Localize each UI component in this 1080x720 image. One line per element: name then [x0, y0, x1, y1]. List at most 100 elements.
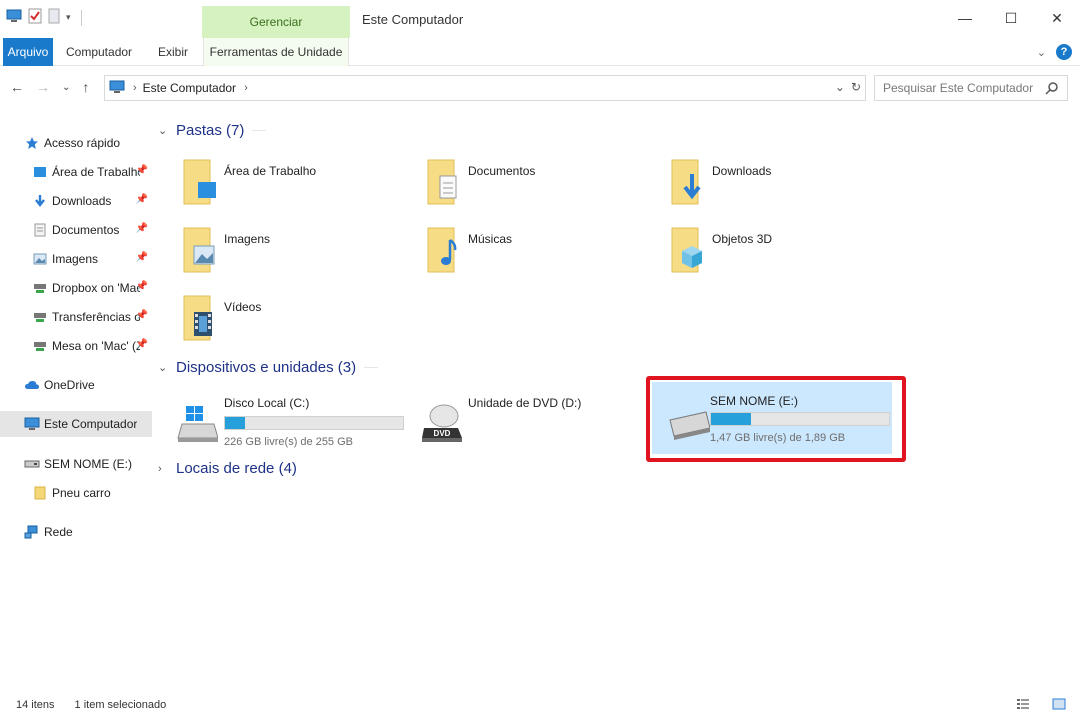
refresh-icon[interactable]: ↻	[851, 80, 861, 94]
sidebar-item-mesa[interactable]: Mesa on 'Mac' (Z:) 📌	[0, 333, 152, 359]
maximize-button[interactable]: ☐	[988, 0, 1034, 36]
group-header-dispositivos[interactable]: ⌄ Dispositivos e unidades (3)	[158, 359, 379, 376]
folder-downloads[interactable]: Downloads	[648, 152, 888, 212]
star-icon	[24, 135, 40, 151]
svg-text:DVD: DVD	[434, 429, 451, 438]
selection-count: 1 item selecionado	[74, 699, 167, 711]
navigation-pane: Acesso rápido Área de Trabalho 📌 Downloa…	[0, 124, 152, 680]
objects3d-folder-icon	[671, 227, 702, 273]
sidebar-item-rede[interactable]: Rede	[0, 519, 152, 545]
downloads-folder-icon	[671, 159, 701, 205]
nav-buttons: ← → ⌄ ↑	[10, 79, 89, 95]
window-title: Este Computador	[362, 12, 464, 27]
address-bar[interactable]: › Este Computador › ⌄ ↻	[104, 75, 866, 101]
tab-exibir[interactable]: Exibir	[158, 38, 188, 66]
tab-ferramentas-de-unidade[interactable]: Ferramentas de Unidade	[203, 38, 349, 66]
view-switcher	[1000, 698, 1066, 713]
folder-icon	[32, 485, 48, 501]
search-input[interactable]	[883, 81, 1043, 95]
properties-icon[interactable]	[28, 8, 42, 27]
usb-drive-icon	[24, 456, 40, 472]
pin-icon[interactable]: 📌	[136, 281, 148, 292]
recent-locations-button[interactable]: ⌄	[62, 82, 70, 93]
pin-icon[interactable]: 📌	[136, 223, 148, 234]
computer-icon[interactable]	[6, 9, 22, 26]
sidebar-item-onedrive[interactable]: OneDrive	[0, 372, 152, 398]
collapse-chevron-icon[interactable]: ⌄	[158, 124, 172, 137]
back-button[interactable]: ←	[10, 79, 24, 95]
customize-toolbar-icon[interactable]: ▾	[66, 12, 71, 23]
close-button[interactable]: ✕	[1034, 0, 1080, 36]
download-icon	[32, 193, 48, 209]
cloud-icon	[24, 377, 40, 393]
folder-objetos-3d[interactable]: Objetos 3D	[648, 220, 888, 280]
pin-icon[interactable]: 📌	[136, 252, 148, 263]
tab-arquivo[interactable]: Arquivo	[3, 38, 53, 66]
group-header-pastas[interactable]: ⌄ Pastas (7)	[158, 122, 267, 139]
sidebar-item-imagens[interactable]: Imagens 📌	[0, 246, 152, 272]
drive-usage-fill	[225, 417, 246, 429]
item-count: 14 itens	[16, 699, 55, 711]
breadcrumb-separator-icon[interactable]: ›	[244, 82, 248, 94]
sidebar-item-pneu-carro[interactable]: Pneu carro	[0, 480, 152, 506]
new-folder-icon[interactable]	[48, 8, 60, 27]
pin-icon[interactable]: 📌	[136, 165, 148, 176]
network-drive-icon	[32, 338, 48, 354]
pin-icon[interactable]: 📌	[136, 339, 148, 350]
sidebar-item-documentos[interactable]: Documentos 📌	[0, 217, 152, 243]
ribbon-right-controls: ⌄ ?	[1037, 44, 1072, 60]
minimize-button[interactable]: —	[942, 0, 988, 36]
content-pane: ⌄ Pastas (7) Área de Trabalho Documentos…	[158, 112, 1080, 692]
tab-computador[interactable]: Computador	[66, 38, 132, 66]
address-dropdown-icon[interactable]: ⌄	[835, 80, 845, 94]
search-box[interactable]	[874, 75, 1068, 101]
folder-area-de-trabalho[interactable]: Área de Trabalho	[160, 152, 400, 212]
drive-dvd-d[interactable]: DVD Unidade de DVD (D:)	[404, 386, 648, 452]
windows-drive-icon	[177, 406, 218, 442]
pictures-folder-icon	[183, 227, 215, 273]
sidebar-item-downloads[interactable]: Downloads 📌	[0, 188, 152, 214]
collapse-chevron-icon[interactable]: ⌄	[158, 361, 172, 374]
pin-icon[interactable]: 📌	[136, 194, 148, 205]
up-button[interactable]: ↑	[82, 79, 89, 95]
sidebar-item-acesso-rapido[interactable]: Acesso rápido	[0, 130, 152, 156]
drive-usage-bar	[224, 416, 404, 430]
window-controls: — ☐ ✕	[942, 0, 1080, 36]
document-icon	[32, 222, 48, 238]
group-divider	[364, 367, 379, 368]
title-bar: ▾ Gerenciar Este Computador — ☐ ✕	[0, 0, 1080, 38]
image-icon	[32, 251, 48, 267]
sidebar-item-dropbox[interactable]: Dropbox on 'Mac' 📌	[0, 275, 152, 301]
help-icon[interactable]: ?	[1056, 44, 1072, 60]
address-tools: ⌄ ↻	[835, 80, 861, 94]
large-icons-view-icon[interactable]	[1052, 698, 1066, 713]
folder-musicas[interactable]: Músicas	[404, 220, 644, 280]
expand-ribbon-icon[interactable]: ⌄	[1037, 46, 1046, 59]
sidebar-item-transferencias[interactable]: Transferências on 'Mac' 📌	[0, 304, 152, 330]
network-drive-icon	[32, 280, 48, 296]
sidebar-item-este-computador[interactable]: Este Computador	[0, 411, 152, 437]
breadcrumb[interactable]: Este Computador	[143, 81, 236, 95]
ribbon-tabs: Arquivo Computador Exibir Ferramentas de…	[0, 38, 1080, 66]
search-icon[interactable]	[1045, 81, 1059, 98]
folder-imagens[interactable]: Imagens	[160, 220, 400, 280]
manage-tab[interactable]: Gerenciar	[202, 6, 350, 38]
pin-icon[interactable]: 📌	[136, 310, 148, 321]
details-view-icon[interactable]	[1016, 698, 1030, 713]
forward-button[interactable]: →	[36, 79, 50, 95]
folder-documentos[interactable]: Documentos	[404, 152, 644, 212]
group-header-locais-de-rede[interactable]: › Locais de rede (4)	[158, 460, 297, 477]
drive-disco-local-c[interactable]: Disco Local (C:) 226 GB livre(s) de 255 …	[160, 386, 404, 452]
folder-videos[interactable]: Vídeos	[160, 288, 400, 348]
status-bar: 14 itens 1 item selecionado	[0, 690, 1080, 720]
expand-chevron-icon[interactable]: ›	[158, 463, 172, 475]
toolbar-divider	[80, 9, 82, 26]
breadcrumb-separator-icon[interactable]: ›	[133, 82, 137, 94]
sidebar-item-area-de-trabalho[interactable]: Área de Trabalho 📌	[0, 159, 152, 185]
videos-folder-icon	[183, 295, 212, 341]
network-icon	[24, 524, 40, 540]
computer-icon	[109, 80, 125, 97]
quick-access-toolbar: ▾	[6, 8, 82, 27]
highlight-annotation	[646, 376, 906, 462]
sidebar-item-sem-nome[interactable]: SEM NOME (E:)	[0, 451, 152, 477]
